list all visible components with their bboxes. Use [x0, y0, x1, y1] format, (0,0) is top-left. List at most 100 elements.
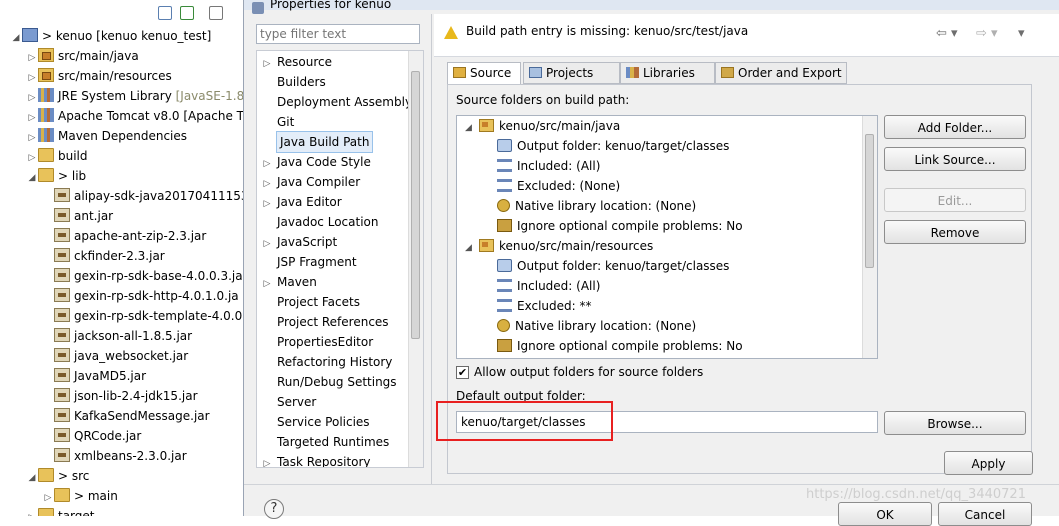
- dialog-titlebar[interactable]: Properties for kenuo: [244, 0, 1059, 14]
- nav-item[interactable]: Targeted Runtimes: [257, 432, 389, 452]
- source-attribute-entry[interactable]: Native library location: (None): [497, 196, 696, 216]
- tab-projects[interactable]: Projects: [523, 62, 620, 84]
- explorer-item[interactable]: ◢ > kenuo [kenuo kenuo_test]: [0, 26, 211, 46]
- link-with-editor-icon[interactable]: [180, 6, 194, 20]
- nav-item[interactable]: Git: [257, 112, 294, 132]
- source-folders-tree[interactable]: ◢ kenuo/src/main/java Output folder: kenuo…: [456, 115, 878, 359]
- nav-item[interactable]: Server: [257, 392, 316, 412]
- explorer-item[interactable]: KafkaSendMessage.jar: [0, 406, 210, 426]
- nav-scrollbar-thumb[interactable]: [411, 71, 420, 339]
- explorer-item[interactable]: ▷ Apache Tomcat v8.0 [Apache T: [0, 106, 243, 126]
- explorer-item[interactable]: ▷ > main: [0, 486, 118, 506]
- collapse-arrow-icon[interactable]: ◢: [465, 118, 479, 138]
- nav-item[interactable]: ▷ Task Repository: [257, 452, 371, 467]
- expand-arrow-icon[interactable]: ▷: [257, 174, 277, 194]
- expand-arrow-icon[interactable]: ▷: [26, 128, 38, 148]
- explorer-item[interactable]: gexin-rp-sdk-template-4.0.0: [0, 306, 242, 326]
- tab-source[interactable]: Source: [447, 62, 521, 85]
- source-attribute-entry[interactable]: Ignore optional compile problems: No: [497, 216, 743, 236]
- nav-item[interactable]: Service Policies: [257, 412, 370, 432]
- nav-item[interactable]: PropertiesEditor: [257, 332, 373, 352]
- nav-item[interactable]: JSP Fragment: [257, 252, 357, 272]
- nav-item[interactable]: Builders: [257, 72, 326, 92]
- nav-item[interactable]: ▷ JavaScript: [257, 232, 338, 254]
- explorer-item[interactable]: ▷ src/main/java: [0, 46, 139, 66]
- collapse-arrow-icon[interactable]: ◢: [465, 238, 479, 258]
- explorer-item[interactable]: QRCode.jar: [0, 426, 141, 446]
- add-folder-button[interactable]: Add Folder...: [884, 115, 1026, 139]
- nav-item[interactable]: Java Build Path: [275, 131, 374, 153]
- explorer-item[interactable]: gexin-rp-sdk-http-4.0.1.0.ja: [0, 286, 239, 306]
- explorer-item[interactable]: ckfinder-2.3.jar: [0, 246, 165, 266]
- source-attribute-entry[interactable]: Ignore optional compile problems: No: [497, 336, 743, 356]
- explorer-item[interactable]: ▷ build: [0, 146, 88, 166]
- expand-arrow-icon[interactable]: ▷: [257, 234, 277, 254]
- allow-output-folders-checkbox[interactable]: ✔: [456, 366, 469, 379]
- filter-input[interactable]: [256, 24, 420, 44]
- source-folder-entry[interactable]: ◢ kenuo/src/main/resources: [465, 236, 653, 256]
- explorer-item[interactable]: ◢ > lib: [0, 166, 86, 186]
- expand-arrow-icon[interactable]: ▷: [26, 48, 38, 68]
- source-attribute-entry[interactable]: Excluded: (None): [497, 176, 620, 196]
- expand-arrow-icon[interactable]: ▷: [26, 508, 38, 516]
- expand-arrow-icon[interactable]: ◢: [26, 468, 38, 488]
- expand-arrow-icon[interactable]: ▷: [257, 154, 277, 174]
- expand-arrow-icon[interactable]: ◢: [26, 168, 38, 188]
- source-folder-entry[interactable]: ◢ kenuo/src/main/java: [465, 116, 620, 136]
- remove-button[interactable]: Remove: [884, 220, 1026, 244]
- expand-arrow-icon[interactable]: ▷: [26, 88, 38, 108]
- explorer-item[interactable]: ◢ > src: [0, 466, 89, 486]
- back-arrow-icon[interactable]: ⇦ ▾: [936, 26, 958, 41]
- tab-libraries[interactable]: Libraries: [620, 62, 715, 84]
- explorer-item[interactable]: json-lib-2.4-jdk15.jar: [0, 386, 198, 406]
- expand-arrow-icon[interactable]: ◢: [10, 28, 22, 48]
- source-attribute-entry[interactable]: Included: (All): [497, 276, 600, 296]
- expand-arrow-icon[interactable]: ▷: [42, 488, 54, 508]
- explorer-item[interactable]: ▷ target: [0, 506, 95, 516]
- nav-item[interactable]: Run/Debug Settings: [257, 372, 397, 392]
- source-attribute-entry[interactable]: Excluded: **: [497, 296, 591, 316]
- source-attribute-entry[interactable]: Native library location: (None): [497, 316, 696, 336]
- collapse-all-icon[interactable]: [158, 6, 172, 20]
- nav-item[interactable]: ▷ Resource: [257, 52, 333, 74]
- explorer-item[interactable]: java_websocket.jar: [0, 346, 188, 366]
- help-icon[interactable]: ?: [264, 499, 284, 519]
- nav-item[interactable]: Deployment Assembly: [257, 92, 412, 112]
- expand-arrow-icon[interactable]: ▷: [257, 194, 277, 214]
- nav-item[interactable]: Project Facets: [257, 292, 360, 312]
- nav-item[interactable]: Refactoring History: [257, 352, 392, 372]
- expand-arrow-icon[interactable]: ▷: [257, 54, 277, 74]
- nav-item[interactable]: ▷ Java Code Style: [257, 152, 371, 172]
- explorer-item[interactable]: xmlbeans-2.3.0.jar: [0, 446, 187, 466]
- explorer-item[interactable]: ▷ JRE System Library [JavaSE-1.8: [0, 86, 243, 106]
- explorer-item[interactable]: jackson-all-1.8.5.jar: [0, 326, 192, 346]
- tab-order-and-export[interactable]: Order and Export: [715, 62, 847, 84]
- view-menu-chevron-icon[interactable]: ▾: [1018, 26, 1025, 41]
- expand-arrow-icon[interactable]: ▷: [26, 108, 38, 128]
- nav-item[interactable]: ▷ Maven: [257, 272, 317, 292]
- explorer-item[interactable]: JavaMD5.jar: [0, 366, 146, 386]
- explorer-item[interactable]: gexin-rp-sdk-base-4.0.0.3.ja: [0, 266, 243, 286]
- source-tree-scrollbar[interactable]: [862, 116, 877, 358]
- pane-separator[interactable]: [431, 14, 432, 484]
- view-menu-icon[interactable]: [209, 6, 223, 20]
- cancel-button[interactable]: Cancel: [938, 502, 1032, 526]
- expand-arrow-icon[interactable]: ▷: [257, 274, 277, 294]
- source-attribute-entry[interactable]: Output folder: kenuo/target/classes: [497, 256, 729, 276]
- nav-item[interactable]: Javadoc Location: [257, 212, 378, 232]
- nav-item[interactable]: ▷ Java Editor: [257, 192, 342, 212]
- browse-button[interactable]: Browse...: [884, 411, 1026, 435]
- link-source-button[interactable]: Link Source...: [884, 147, 1026, 171]
- forward-arrow-icon[interactable]: ⇨ ▾: [976, 26, 998, 41]
- expand-arrow-icon[interactable]: ▷: [26, 68, 38, 88]
- explorer-item[interactable]: ▷ Maven Dependencies: [0, 126, 187, 146]
- expand-arrow-icon[interactable]: ▷: [257, 454, 277, 467]
- edit-button[interactable]: Edit...: [884, 188, 1026, 212]
- explorer-item[interactable]: apache-ant-zip-2.3.jar: [0, 226, 206, 246]
- explorer-item[interactable]: alipay-sdk-java20170411153: [0, 186, 243, 206]
- apply-button[interactable]: Apply: [944, 451, 1033, 475]
- nav-item[interactable]: ▷ Java Compiler: [257, 172, 361, 194]
- source-attribute-entry[interactable]: Output folder: kenuo/target/classes: [497, 136, 729, 156]
- nav-item[interactable]: Project References: [257, 312, 389, 332]
- expand-arrow-icon[interactable]: ▷: [26, 148, 38, 168]
